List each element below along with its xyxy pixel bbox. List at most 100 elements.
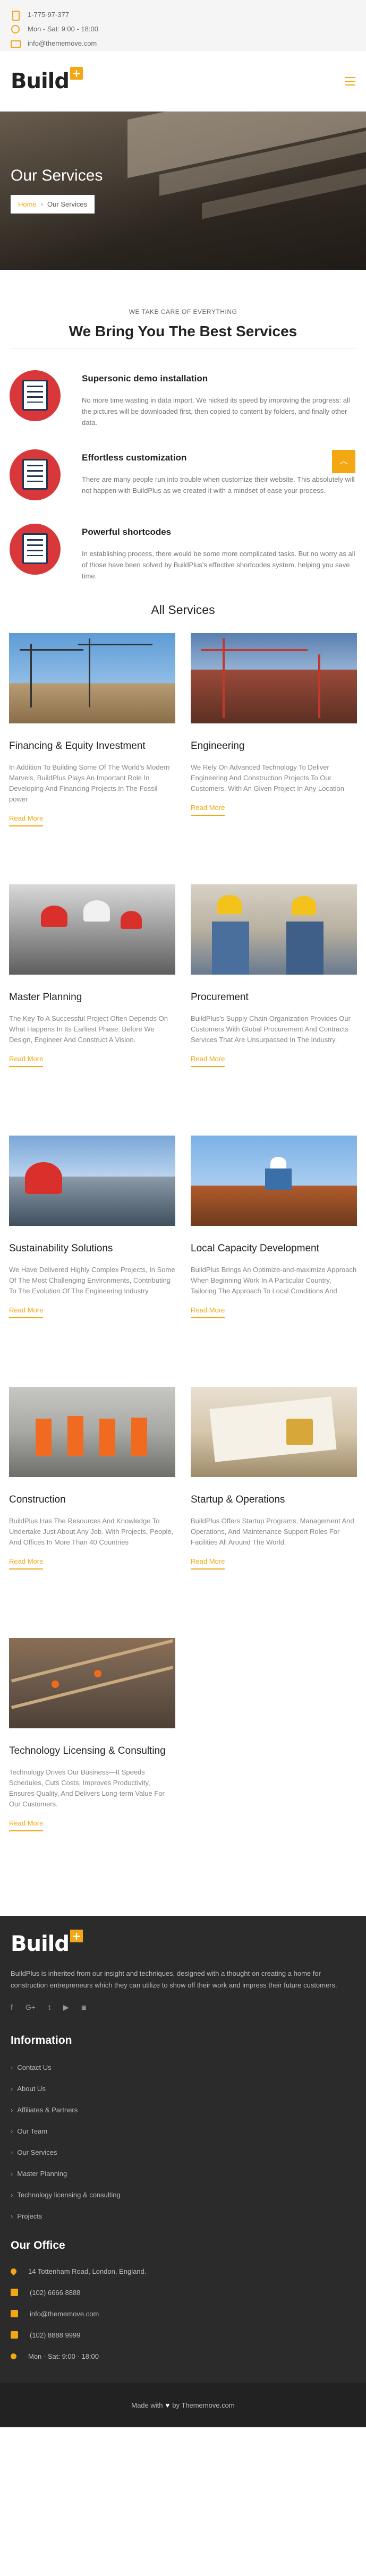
mail-icon <box>11 2310 18 2317</box>
social-links: f G+ t ▶ ◙ <box>11 2003 355 2012</box>
service-image[interactable] <box>191 884 357 975</box>
facebook-icon[interactable]: f <box>11 2003 13 2012</box>
feature-title: Effortless customization <box>82 453 187 463</box>
footer-link[interactable]: Master Planning <box>11 2163 355 2184</box>
footer-link[interactable]: Contact Us <box>11 2057 355 2078</box>
read-more-link[interactable]: Read More <box>191 804 225 816</box>
office-address: 14 Tottenham Road, London, England. <box>9 2261 355 2282</box>
feature-item: Supersonic demo installation No more tim… <box>7 368 359 428</box>
service-image[interactable] <box>9 1136 175 1226</box>
footer-link[interactable]: Our Services <box>11 2142 355 2163</box>
topbar-hours-text: Mon - Sat: 9:00 - 18:00 <box>28 25 98 33</box>
scroll-to-top-button[interactable]: ︿ <box>332 450 355 473</box>
feature-title: Supersonic demo installation <box>82 373 208 383</box>
office-email[interactable]: info@thememove.com <box>11 2303 355 2324</box>
read-more-link[interactable]: Read More <box>191 1055 225 1067</box>
office-phone-text: (102) 6666 8888 <box>30 2288 81 2297</box>
feature-title: Powerful shortcodes <box>82 527 172 537</box>
service-image[interactable] <box>191 1387 357 1477</box>
service-text: We Rely On Advanced Technology To Delive… <box>191 763 345 792</box>
office-phone[interactable]: (102) 6666 8888 <box>11 2282 355 2303</box>
service-card: Procurement BuildPlus's Supply Chain Org… <box>191 884 357 1136</box>
read-more-link[interactable]: Read More <box>191 1557 225 1570</box>
mail-icon <box>11 39 21 48</box>
phone-icon <box>11 2289 18 2296</box>
read-more-link[interactable]: Read More <box>9 1557 44 1570</box>
footer-info-title: Information <box>11 2034 72 2046</box>
services-grid: Financing & Equity Investment In Additio… <box>0 617 366 1889</box>
topbar-phone-text: 1-775-97-377 <box>28 11 70 19</box>
footer-link[interactable]: About Us <box>11 2078 355 2099</box>
service-card: Master Planning The Key To A Successful … <box>9 884 175 1136</box>
map-pin-icon <box>9 2267 18 2275</box>
section-title: We Bring You The Best Services <box>0 323 366 340</box>
menu-toggle-button[interactable] <box>345 76 355 86</box>
footer-office-title: Our Office <box>11 2239 65 2251</box>
copyright-post[interactable]: by Thememove.com <box>172 2401 235 2409</box>
youtube-icon[interactable]: ▶ <box>63 2003 69 2012</box>
all-services-heading: All Services <box>11 603 355 617</box>
logo-plus: + <box>70 66 83 80</box>
service-title: Sustainability Solutions <box>9 1243 113 1254</box>
topbar-email[interactable]: info@thememove.com <box>11 36 355 50</box>
footer-link[interactable]: Projects <box>11 2205 355 2227</box>
site-header: Build + <box>0 51 366 112</box>
read-more-link[interactable]: Read More <box>9 1055 44 1067</box>
service-image[interactable] <box>9 884 175 975</box>
footer-link[interactable]: Technology licensing & consulting <box>11 2184 355 2205</box>
service-card: Startup & Operations BuildPlus Offers St… <box>191 1387 357 1638</box>
service-text: The Key To A Successful Project Often De… <box>9 1014 168 1044</box>
office-hours: Mon - Sat: 9:00 - 18:00 <box>11 2345 355 2367</box>
office-details: 14 Tottenham Road, London, England. (102… <box>9 2261 355 2367</box>
feature-item: Effortless customization There are many … <box>7 447 359 502</box>
read-more-link[interactable]: Read More <box>9 1819 44 1831</box>
footer-link[interactable]: Our Team <box>11 2120 355 2142</box>
service-card: Engineering We Rely On Advanced Technolo… <box>191 633 357 884</box>
top-bar: 1-775-97-377 Mon - Sat: 9:00 - 18:00 inf… <box>0 0 366 51</box>
service-text: We Have Delivered Highly Complex Project… <box>9 1266 175 1295</box>
intro-section: WE TAKE CARE OF EVERYTHING We Bring You … <box>0 270 366 340</box>
page-hero: Our Services Home › Our Services <box>0 112 366 270</box>
office-email-text: info@thememove.com <box>30 2309 99 2318</box>
topbar-phone[interactable]: 1-775-97-377 <box>11 7 355 22</box>
section-eyebrow: WE TAKE CARE OF EVERYTHING <box>129 308 237 315</box>
features-list: Supersonic demo installation No more tim… <box>0 349 366 582</box>
footer-links: Contact Us About Us Affiliates & Partner… <box>11 2057 355 2227</box>
service-image[interactable] <box>191 633 357 723</box>
instagram-icon[interactable]: ◙ <box>82 2003 86 2012</box>
footer-link[interactable]: Affiliates & Partners <box>11 2099 355 2120</box>
hamburger-bar <box>345 80 355 82</box>
clock-icon <box>11 2353 16 2359</box>
read-more-link[interactable]: Read More <box>191 1306 225 1318</box>
topbar-hours: Mon - Sat: 9:00 - 18:00 <box>11 22 355 36</box>
site-footer: Build + BuildPlus is inherited from our … <box>0 1916 366 2427</box>
read-more-link[interactable]: Read More <box>9 1306 44 1318</box>
footer-about-text: BuildPlus is inherited from our insight … <box>11 1969 337 1989</box>
footer-logo[interactable]: Build + <box>11 1926 355 1956</box>
service-card: Technology Licensing & Consulting Techno… <box>9 1638 175 1889</box>
logo-text: Build <box>11 69 70 93</box>
service-text: BuildPlus's Supply Chain Organization Pr… <box>191 1014 351 1044</box>
service-image[interactable] <box>191 1136 357 1226</box>
heart-icon: ♥ <box>165 2401 170 2409</box>
office-address-text: 14 Tottenham Road, London, England. <box>28 2267 147 2275</box>
twitter-icon[interactable]: t <box>48 2003 50 2012</box>
phone-icon <box>11 10 20 21</box>
service-image[interactable] <box>9 1387 175 1477</box>
feature-item: Powerful shortcodes In establishing proc… <box>7 522 359 582</box>
service-title: Startup & Operations <box>191 1494 285 1505</box>
google-plus-icon[interactable]: G+ <box>25 2003 36 2012</box>
site-logo[interactable]: Build + <box>11 66 83 93</box>
service-image[interactable] <box>9 1638 175 1728</box>
hamburger-bar <box>345 76 355 78</box>
excavator-icon <box>7 447 63 502</box>
service-title: Procurement <box>191 992 249 1003</box>
all-services-title: All Services <box>151 603 215 617</box>
read-more-link[interactable]: Read More <box>9 814 44 826</box>
breadcrumb-home-link[interactable]: Home <box>18 200 37 208</box>
page-title: Our Services <box>11 167 103 184</box>
service-title: Engineering <box>191 740 245 752</box>
office-fax[interactable]: (102) 8888 9999 <box>11 2324 355 2345</box>
service-image[interactable] <box>9 633 175 723</box>
copyright-pre: Made with <box>131 2401 163 2409</box>
